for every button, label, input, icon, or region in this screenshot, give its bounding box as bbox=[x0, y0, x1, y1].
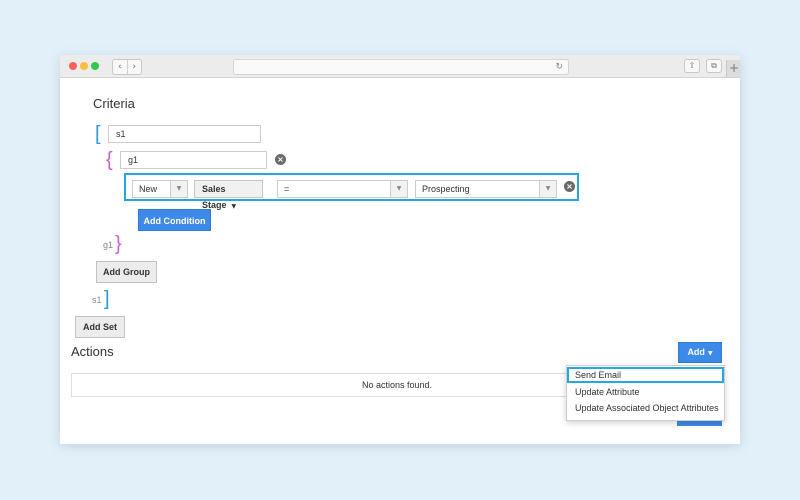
add-group-button[interactable]: Add Group bbox=[96, 261, 157, 283]
tabs-icon[interactable]: ⧉ bbox=[706, 59, 722, 73]
add-condition-button[interactable]: Add Condition bbox=[138, 209, 211, 231]
condition-operator-value: = bbox=[284, 184, 290, 194]
set-close-bracket: ] bbox=[104, 288, 110, 310]
add-action-button[interactable]: Add ▼ bbox=[678, 342, 722, 363]
group-open-bracket: { bbox=[106, 149, 113, 171]
menu-item-update-associated-attributes[interactable]: Update Associated Object Attributes bbox=[567, 400, 724, 416]
minimize-window-icon[interactable] bbox=[80, 62, 88, 70]
group-close-tag: g1 bbox=[103, 240, 114, 250]
caret-down-icon: ▼ bbox=[390, 181, 407, 197]
no-actions-text: No actions found. bbox=[361, 380, 433, 390]
condition-field-select[interactable]: New ▼ bbox=[132, 180, 188, 198]
group-close-bracket: } bbox=[115, 233, 122, 255]
menu-item-send-email[interactable]: Send Email bbox=[567, 367, 724, 383]
share-icon[interactable]: ⇧ bbox=[684, 59, 700, 73]
reload-icon[interactable]: ↻ bbox=[555, 60, 563, 74]
criteria-heading: Criteria bbox=[93, 96, 135, 111]
condition-field-value: New bbox=[139, 184, 158, 194]
set-name-input[interactable]: s1 bbox=[108, 125, 261, 143]
address-bar[interactable]: ↻ bbox=[233, 59, 569, 75]
back-icon[interactable]: ‹ bbox=[113, 60, 127, 74]
close-window-icon[interactable] bbox=[69, 62, 77, 70]
new-tab-icon[interactable]: + bbox=[726, 60, 740, 77]
group-name-input[interactable]: g1 bbox=[120, 151, 267, 169]
caret-down-icon: ▼ bbox=[170, 181, 187, 197]
actions-heading: Actions bbox=[71, 344, 114, 359]
menu-item-update-attribute[interactable]: Update Attribute bbox=[567, 384, 724, 400]
maximize-window-icon[interactable] bbox=[91, 62, 99, 70]
set-open-bracket: [ bbox=[95, 123, 101, 145]
browser-window: ‹ › ↻ ⇧ ⧉ + Criteria [ s1 { g1 × New ▼ S… bbox=[60, 55, 740, 444]
sales-stage-label: Sales Stage bbox=[202, 184, 227, 210]
add-action-label: Add bbox=[687, 347, 705, 357]
add-set-button[interactable]: Add Set bbox=[75, 316, 125, 338]
caret-down-icon: ▼ bbox=[231, 203, 237, 210]
condition-value-text: Prospecting bbox=[422, 184, 470, 194]
add-action-menu: Send Email Update Attribute Update Assoc… bbox=[566, 365, 725, 421]
condition-value-select[interactable]: Prospecting ▼ bbox=[415, 180, 557, 198]
history-nav: ‹ › bbox=[112, 59, 142, 75]
browser-toolbar: ‹ › ↻ ⇧ ⧉ + bbox=[60, 55, 740, 78]
remove-group-icon[interactable]: × bbox=[275, 154, 286, 165]
remove-condition-icon[interactable]: × bbox=[564, 181, 575, 192]
sales-stage-dropdown[interactable]: Sales Stage ▼ bbox=[194, 180, 263, 210]
condition-operator-select[interactable]: = ▼ bbox=[277, 180, 408, 198]
forward-icon[interactable]: › bbox=[126, 60, 142, 74]
set-close-tag: s1 bbox=[92, 295, 102, 305]
caret-down-icon: ▼ bbox=[707, 350, 713, 357]
condition-row: New ▼ Sales Stage ▼ = ▼ Prospecting ▼ × bbox=[124, 173, 579, 210]
caret-down-icon: ▼ bbox=[539, 181, 556, 197]
